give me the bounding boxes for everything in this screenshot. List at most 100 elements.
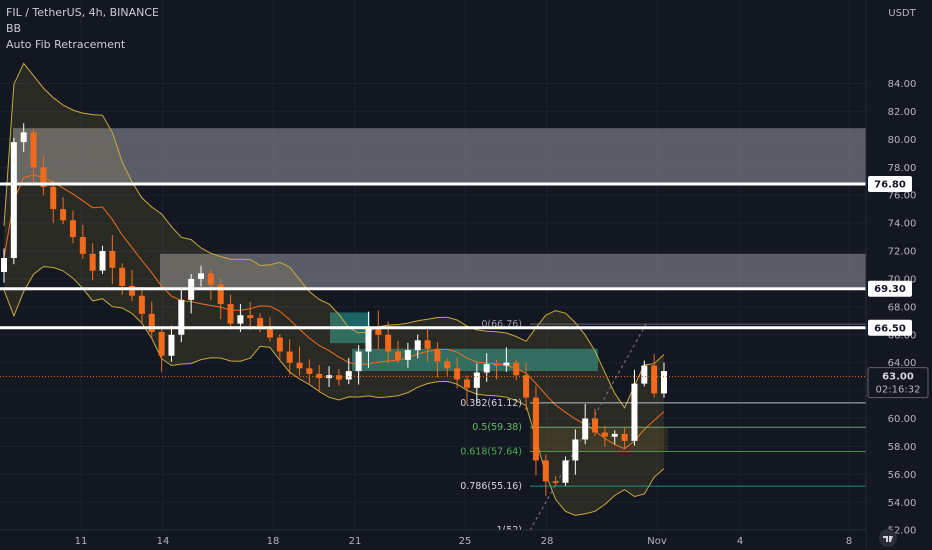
price-tick-label: 84.00 — [888, 79, 917, 90]
price-chart[interactable]: 0(66.76)0.382(61.12)0.5(59.38)0.618(57.6… — [0, 0, 932, 550]
fib-golden-zone — [530, 427, 668, 452]
candle-up[interactable] — [178, 299, 185, 335]
time-tick-label: 4 — [737, 536, 743, 547]
candle-up[interactable] — [198, 273, 205, 279]
candle-up[interactable] — [572, 439, 579, 461]
candle-down[interactable] — [621, 433, 628, 441]
candle-down[interactable] — [424, 340, 431, 349]
candle-up[interactable] — [326, 375, 333, 379]
candle-down[interactable] — [60, 209, 67, 221]
price-tag-label: 69.30 — [874, 284, 906, 295]
supply-zone — [13, 128, 866, 183]
candle-up[interactable] — [237, 315, 244, 324]
fib-level-label: 0.382(61.12) — [460, 398, 522, 409]
fib-level-label: 0.5(59.38) — [472, 422, 522, 433]
time-tick-label: 8 — [846, 536, 852, 547]
chart-legend: FIL / TetherUS, 4h, BINANCE BB Auto Fib … — [6, 5, 159, 53]
price-tag-label: 76.80 — [874, 180, 906, 191]
price-tag-label: 66.50 — [874, 323, 906, 334]
candle-down[interactable] — [207, 273, 214, 285]
candle-down[interactable] — [444, 361, 451, 369]
time-tick-label: 14 — [157, 536, 170, 547]
indicator-fib[interactable]: Auto Fib Retracement — [6, 37, 159, 53]
candle-up[interactable] — [631, 383, 638, 441]
candle-up[interactable] — [503, 362, 510, 366]
price-tick-label: 80.00 — [888, 135, 917, 146]
candle-down[interactable] — [79, 237, 86, 254]
candle-up[interactable] — [611, 433, 618, 437]
candle-down[interactable] — [385, 334, 392, 352]
candle-down[interactable] — [138, 295, 145, 314]
candle-up[interactable] — [414, 340, 421, 351]
candle-down[interactable] — [552, 481, 559, 483]
candle-down[interactable] — [50, 186, 57, 210]
candle-down[interactable] — [286, 351, 293, 363]
candle-down[interactable] — [89, 253, 96, 271]
candle-down[interactable] — [30, 132, 37, 168]
current-price-label: 63.00 — [882, 372, 914, 383]
candle-down[interactable] — [306, 368, 313, 374]
price-tick-label: 76.00 — [888, 191, 917, 202]
price-tick-label: 82.00 — [888, 107, 917, 118]
candle-down[interactable] — [395, 351, 402, 360]
candle-down[interactable] — [316, 373, 323, 379]
candle-down[interactable] — [158, 331, 165, 356]
candle-up[interactable] — [473, 372, 480, 388]
candle-down[interactable] — [651, 365, 658, 394]
candle-up[interactable] — [345, 371, 352, 380]
tradingview-logo-icon[interactable] — [879, 529, 897, 547]
time-tick-label: 18 — [267, 536, 280, 547]
candle-up[interactable] — [483, 364, 490, 373]
price-tick-label: 72.00 — [888, 247, 917, 258]
candle-up[interactable] — [1, 258, 7, 272]
candle-up[interactable] — [365, 326, 372, 352]
candle-down[interactable] — [296, 362, 303, 369]
candle-down[interactable] — [227, 304, 234, 324]
candle-up[interactable] — [168, 334, 175, 356]
countdown-label: 02:16:32 — [876, 385, 921, 396]
price-tick-label: 60.00 — [888, 414, 917, 425]
candle-down[interactable] — [532, 397, 539, 461]
candle-down[interactable] — [523, 375, 530, 398]
price-tick-label: 74.00 — [888, 219, 917, 230]
candle-up[interactable] — [641, 365, 648, 384]
time-tick-label: 21 — [349, 536, 362, 547]
currency-label: USDT — [888, 8, 916, 19]
candle-down[interactable] — [119, 267, 126, 286]
price-tick-label: 58.00 — [888, 442, 917, 453]
fib-level-label: 0.618(57.64) — [460, 446, 522, 457]
candle-down[interactable] — [335, 375, 342, 380]
time-tick-label: 28 — [541, 536, 554, 547]
candle-down[interactable] — [247, 315, 254, 319]
price-tick-label: 56.00 — [888, 470, 917, 481]
candle-down[interactable] — [69, 220, 76, 238]
candle-down[interactable] — [601, 432, 608, 437]
candle-down[interactable] — [493, 364, 500, 366]
candle-down[interactable] — [257, 318, 264, 327]
candle-down[interactable] — [592, 418, 599, 433]
candle-down[interactable] — [454, 368, 461, 380]
time-tick-label: 25 — [459, 536, 472, 547]
candle-down[interactable] — [463, 379, 470, 388]
candle-up[interactable] — [10, 142, 17, 258]
time-tick-label: Nov — [647, 536, 667, 547]
candle-down[interactable] — [276, 337, 283, 352]
fib-level-label: 0.786(55.16) — [460, 481, 522, 492]
price-tick-label: 68.00 — [888, 302, 917, 313]
symbol-title[interactable]: FIL / TetherUS, 4h, BINANCE — [6, 5, 159, 21]
price-tick-label: 54.00 — [888, 498, 917, 509]
candle-down[interactable] — [109, 251, 116, 268]
candle-up[interactable] — [20, 132, 27, 143]
indicator-bb[interactable]: BB — [6, 21, 159, 37]
candle-down[interactable] — [513, 362, 520, 376]
candle-up[interactable] — [582, 418, 589, 440]
candle-up[interactable] — [562, 460, 569, 483]
candle-up[interactable] — [404, 350, 411, 360]
candle-up[interactable] — [355, 351, 362, 372]
candle-down[interactable] — [434, 348, 441, 362]
candle-up[interactable] — [661, 371, 667, 394]
candle-down[interactable] — [542, 460, 549, 482]
time-tick-label: 11 — [75, 536, 88, 547]
candle-up[interactable] — [99, 251, 106, 271]
price-tick-label: 78.00 — [888, 163, 917, 174]
